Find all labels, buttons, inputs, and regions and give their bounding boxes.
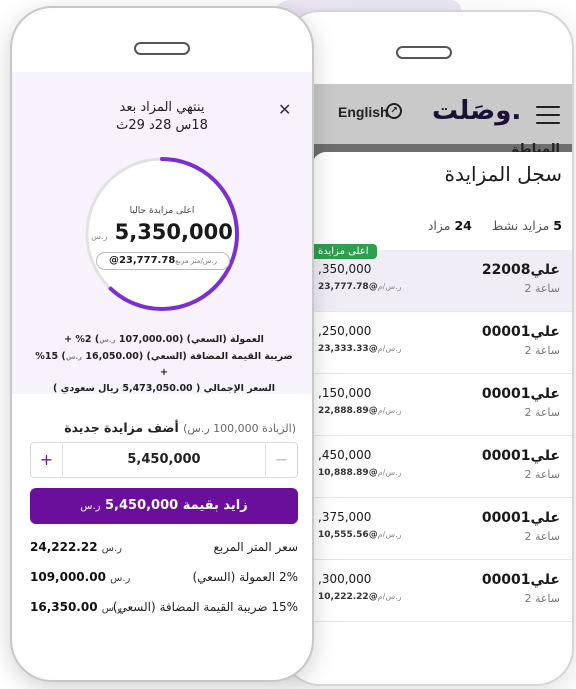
phone-speaker <box>134 42 190 55</box>
bid-amount-input[interactable]: 5,450,000 <box>63 443 265 477</box>
decrement-button[interactable]: − <box>265 443 297 477</box>
increment-button[interactable]: + <box>31 443 63 477</box>
price-per-meter-row: سعر المتر المربع 24,222.22 ر.س <box>30 540 298 554</box>
highest-bid-value: 5,350,000 ر.س <box>91 220 233 244</box>
bid-row[interactable]: علي00001 2 ساعة ,450,000 ر.س/م@10,888.89 <box>312 436 572 498</box>
bidder-name: علي00001 <box>481 510 560 526</box>
bid-time: 2 ساعة <box>524 282 560 295</box>
bid-stats: 5 مزايد نشط 24 مزاد <box>428 218 562 233</box>
globe-icon[interactable]: ↗ <box>386 103 402 119</box>
bid-amount: ,150,000 <box>318 386 372 400</box>
bid-ppm: ر.س/م@10,222.22 <box>318 592 402 602</box>
bid-amount: ,250,000 <box>318 324 372 338</box>
price-per-meter-pill: @23,777.78ر.س/متر مربع <box>96 252 230 270</box>
commission-row: 2% العمولة (السعي) 109,000.00 ر.س <box>30 570 298 584</box>
bids-label: مزاد <box>427 218 451 233</box>
bid-amount-stepper[interactable]: + 5,450,000 − <box>30 442 298 478</box>
highest-bid-label: اعلى مزايدة حاليا <box>129 206 195 216</box>
bid-amount: ,450,000 <box>318 448 372 462</box>
bid-time: 2 ساعة <box>524 468 560 481</box>
bid-ppm: ر.س/م@10,555.56 <box>318 530 402 540</box>
language-switch[interactable]: English <box>338 104 389 120</box>
close-icon[interactable]: ✕ <box>278 100 291 119</box>
active-label: مزايد نشط <box>491 218 550 233</box>
commission-line: العمولة (السعي) (107,000.00 ر.س) 2% + <box>64 334 264 345</box>
vat-row: 15% ضريبة القيمة المضافة (السعي) 16,350.… <box>30 600 298 614</box>
hamburger-icon[interactable] <box>536 106 560 130</box>
place-bid-button[interactable]: زايد بقيمة 5,450,000 ر.س <box>30 488 298 524</box>
back-phone: English ↗ وصَلت. المناطق سجل المزايدة 5 … <box>282 10 574 686</box>
bid-row[interactable]: علي00001 2 ساعة ,150,000 ر.س/م@22,888.89 <box>312 374 572 436</box>
highest-bid-display: اعلى مزايدة حاليا 5,350,000 ر.س @23,777.… <box>80 152 244 316</box>
bid-ppm: ر.س/م@23,333.33 <box>318 344 402 354</box>
ends-label: ينتهي المزاد بعد <box>119 100 205 115</box>
bid-history-sheet: سجل المزايدة 5 مزايد نشط 24 مزاد اعلى مز… <box>312 152 572 684</box>
bid-row[interactable]: اعلى مزايدة علي22008 2 ساعة ,350,000 ر.س… <box>312 244 572 312</box>
bid-time: 2 ساعة <box>524 592 560 605</box>
bid-row[interactable]: علي00001 2 ساعة ,375,000 ر.س/م@10,555.56 <box>312 498 572 560</box>
bid-amount: ,375,000 <box>318 510 372 524</box>
bid-ppm: ر.س/م@10,888.89 <box>318 468 402 478</box>
fees-breakdown: العمولة (السعي) (107,000.00 ر.س) 2% + ضر… <box>32 332 296 396</box>
bidder-name: علي00001 <box>481 448 560 464</box>
bid-ppm: ر.س/م@22,888.89 <box>318 406 402 416</box>
bid-amount: ,300,000 <box>318 572 372 586</box>
front-phone: ✕ ينتهي المزاد بعد 18س 28د 29ث اعلى مزاي… <box>10 6 314 682</box>
bid-amount: ,350,000 <box>318 262 372 276</box>
bidder-name: علي22008 <box>481 262 560 278</box>
vat-line: ضريبة القيمة المضافة (السعي) (16,050.00 … <box>35 350 293 379</box>
bid-row[interactable]: علي00001 2 ساعة ,250,000 ر.س/م@23,333.33 <box>312 312 572 374</box>
bid-time: 2 ساعة <box>524 530 560 543</box>
bidder-name: علي00001 <box>481 386 560 402</box>
bid-time: 2 ساعة <box>524 406 560 419</box>
phone-speaker <box>396 46 452 59</box>
bids-count: 24 <box>454 218 472 233</box>
app-logo[interactable]: وصَلت. <box>432 96 521 126</box>
bid-ppm: ر.س/م@23,777.78 <box>318 282 402 292</box>
bidder-name: علي00001 <box>481 324 560 340</box>
bid-row[interactable]: علي00001 2 ساعة ,300,000 ر.س/م@10,222.22 <box>312 560 572 622</box>
bid-time: 2 ساعة <box>524 344 560 357</box>
active-count: 5 <box>553 218 562 233</box>
sheet-title: سجل المزايدة <box>444 162 562 186</box>
bidder-name: علي00001 <box>481 572 560 588</box>
add-bid-title: (الزيادة 100,000 ر.س) أضف مزايدة جديدة <box>64 420 296 435</box>
highest-bid-badge: اعلى مزايدة <box>312 244 377 259</box>
top-nav: English ↗ وصَلت. <box>284 84 572 144</box>
countdown-timer: 18س 28د 29ث <box>116 118 208 133</box>
total-line: السعر الإجمالي ( 5,473,050.00 ريال سعودي… <box>52 382 275 394</box>
